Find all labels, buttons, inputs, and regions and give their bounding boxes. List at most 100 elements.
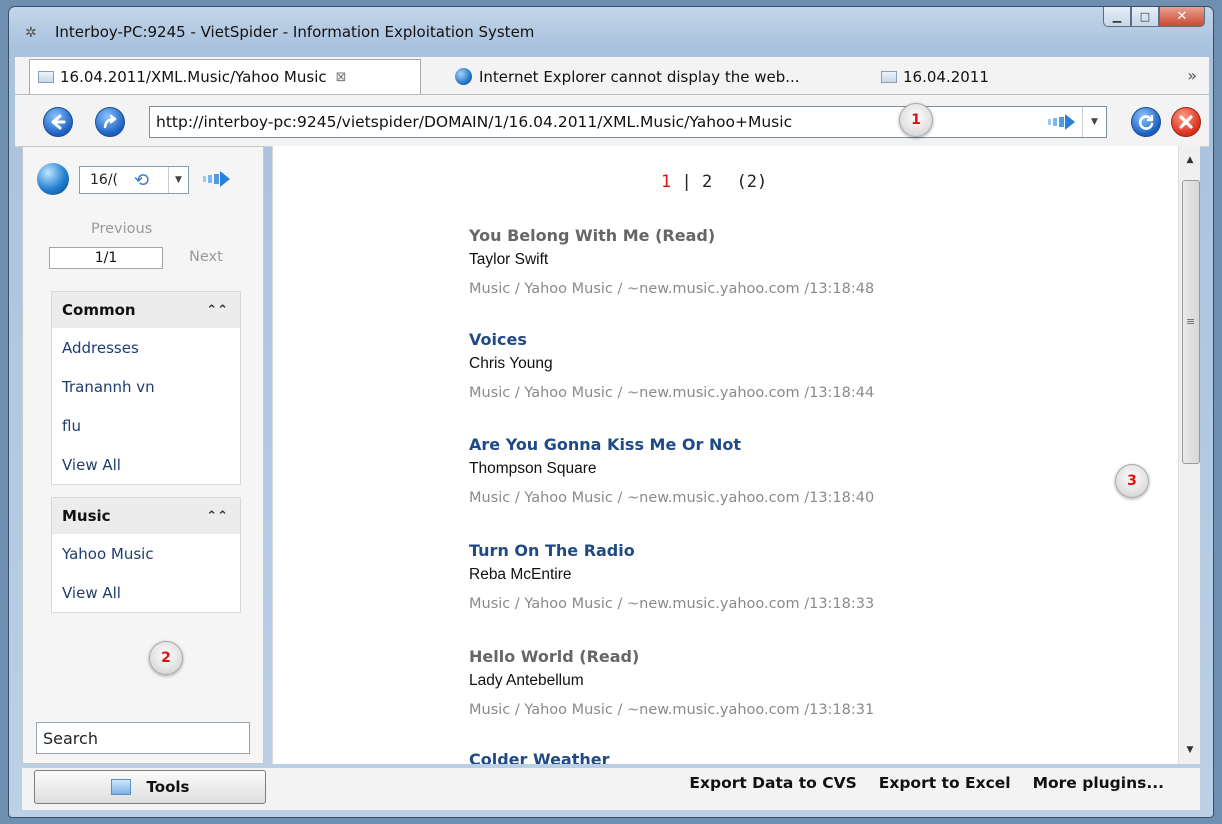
scroll-down-arrow-icon[interactable]: ▼ (1179, 740, 1201, 760)
list-item: Turn On The Radio Reba McEntire Music / … (469, 541, 874, 612)
page-separator: | (681, 172, 692, 192)
item-artist: Lady Antebellum (469, 672, 584, 689)
item-title-link[interactable]: You Belong With Me (Read) (469, 226, 874, 245)
tab-date[interactable]: 16.04.2011 (873, 59, 997, 94)
tab-bar: 16.04.2011/XML.Music/Yahoo Music ⊠ Inter… (15, 57, 1209, 95)
search-input[interactable]: Search (36, 722, 250, 754)
title-bar: ✲ Interboy-PC:9245 - VietSpider - Inform… (9, 7, 1213, 57)
item-meta: Music / Yahoo Music / ~new.music.yahoo.c… (469, 702, 875, 718)
go-arrow-icon[interactable] (203, 170, 231, 188)
sidebar: 16/( ⟲ ▼ Previous 1/1 Next Common ⌃⌃ Add… (22, 146, 264, 764)
item-artist: Chris Young (469, 355, 553, 372)
minimize-button[interactable]: ▁ (1103, 7, 1131, 27)
item-artist: Thompson Square (469, 460, 597, 477)
reload-icon[interactable]: ⟲ (134, 170, 149, 191)
item-title-link[interactable]: Voices (469, 330, 874, 349)
back-button[interactable] (43, 107, 73, 137)
refresh-icon (1138, 115, 1154, 130)
current-page: 1 (661, 172, 672, 192)
stop-x-icon (1179, 115, 1193, 129)
panel-title: Music (62, 507, 111, 525)
ie-globe-icon (455, 68, 472, 85)
export-cvs-link[interactable]: Export Data to CVS (689, 774, 856, 792)
page-number-field[interactable]: 1/1 (49, 247, 163, 269)
address-bar[interactable]: http://interboy-pc:9245/vietspider/DOMAI… (149, 106, 1107, 138)
tab-label: Internet Explorer cannot display the web… (479, 67, 800, 86)
tab-close-icon[interactable]: ⊠ (336, 70, 347, 85)
date-value: 16/( (90, 172, 118, 188)
bottom-toolbar: Tools Export Data to CVS Export to Excel… (22, 768, 1200, 810)
panel-common: Common ⌃⌃ Addresses Tranannh vn flu View… (51, 291, 241, 485)
main-content: 1 | 2 (2) You Belong With Me (Read) Tayl… (272, 146, 1198, 764)
pagination: 1 | 2 (2) (661, 172, 767, 192)
list-item: Colder Weather (469, 750, 610, 764)
next-link[interactable]: Next (189, 249, 223, 265)
callout-marker-2: 2 (149, 641, 183, 675)
url-text: http://interboy-pc:9245/vietspider/DOMAI… (156, 113, 793, 131)
window-controls: ▁ □ ✕ (1103, 7, 1205, 27)
grip-icon: ≡ (1186, 315, 1196, 328)
panel-music: Music ⌃⌃ Yahoo Music View All (51, 497, 241, 613)
item-title-link[interactable]: Turn On The Radio (469, 541, 874, 560)
item-meta: Music / Yahoo Music / ~new.music.yahoo.c… (469, 596, 875, 612)
globe-icon[interactable] (37, 163, 69, 195)
more-plugins-link[interactable]: More plugins... (1033, 774, 1164, 792)
forward-button[interactable] (95, 107, 125, 137)
previous-link[interactable]: Previous (91, 221, 152, 237)
export-actions: Export Data to CVS Export to Excel More … (689, 774, 1164, 792)
sidebar-item-tranannh[interactable]: Tranannh vn (52, 367, 240, 406)
tools-label: Tools (146, 778, 190, 796)
item-meta: Music / Yahoo Music / ~new.music.yahoo.c… (469, 490, 875, 506)
date-select[interactable]: 16/( ⟲ ▼ (79, 166, 189, 194)
tab-yahoo-music[interactable]: 16.04.2011/XML.Music/Yahoo Music ⊠ (29, 59, 421, 94)
panel-header-common[interactable]: Common ⌃⌃ (52, 292, 240, 328)
read-badge: (Read) (579, 647, 640, 666)
page-link-2[interactable]: 2 (702, 172, 712, 192)
close-window-button[interactable]: ✕ (1159, 7, 1205, 27)
folder-icon (110, 779, 131, 795)
tab-label: 16.04.2011 (903, 67, 989, 86)
callout-marker-1: 1 (899, 103, 933, 137)
item-meta: Music / Yahoo Music / ~new.music.yahoo.c… (469, 385, 875, 401)
maximize-button[interactable]: □ (1131, 7, 1159, 27)
item-title-link[interactable]: Are You Gonna Kiss Me Or Not (469, 435, 874, 454)
scroll-thumb[interactable]: ≡ (1182, 180, 1200, 464)
panel-header-music[interactable]: Music ⌃⌃ (52, 498, 240, 534)
sidebar-item-view-all[interactable]: View All (52, 445, 240, 484)
back-arrow-icon (51, 114, 66, 130)
list-item: Are You Gonna Kiss Me Or Not Thompson Sq… (469, 435, 874, 506)
page-total: (2) (736, 172, 768, 192)
read-badge: (Read) (655, 226, 716, 245)
page-icon (881, 70, 897, 83)
page-icon (38, 71, 54, 83)
tools-button[interactable]: Tools (34, 770, 266, 804)
sidebar-item-yahoo-music[interactable]: Yahoo Music (52, 534, 240, 573)
refresh-button[interactable] (1131, 107, 1161, 137)
export-excel-link[interactable]: Export to Excel (879, 774, 1011, 792)
list-item: You Belong With Me (Read) Taylor Swift M… (469, 226, 874, 297)
sidebar-item-addresses[interactable]: Addresses (52, 328, 240, 367)
nav-bar: http://interboy-pc:9245/vietspider/DOMAI… (15, 95, 1209, 147)
vertical-scrollbar[interactable]: ▲ ≡ ▼ (1178, 146, 1200, 764)
item-meta: Music / Yahoo Music / ~new.music.yahoo.c… (469, 281, 875, 297)
date-dropdown-button[interactable]: ▼ (168, 167, 188, 193)
tab-ie-error[interactable]: Internet Explorer cannot display the web… (447, 59, 808, 94)
collapse-icon[interactable]: ⌃⌃ (206, 509, 228, 524)
item-title-link[interactable]: Colder Weather (469, 750, 610, 764)
panel-title: Common (62, 301, 136, 319)
list-item: Voices Chris Young Music / Yahoo Music /… (469, 330, 874, 401)
collapse-icon[interactable]: ⌃⌃ (206, 303, 228, 318)
scroll-up-arrow-icon[interactable]: ▲ (1179, 150, 1201, 170)
callout-marker-3: 3 (1115, 464, 1149, 498)
sidebar-item-flu[interactable]: flu (52, 406, 240, 445)
stop-button[interactable] (1171, 107, 1201, 137)
tabs-overflow-icon[interactable]: » (1187, 66, 1197, 85)
sidebar-item-view-all[interactable]: View All (52, 573, 240, 612)
url-dropdown-button[interactable]: ▼ (1082, 107, 1106, 137)
item-artist: Reba McEntire (469, 566, 572, 583)
tab-label: 16.04.2011/XML.Music/Yahoo Music (60, 68, 327, 86)
go-arrow-icon[interactable] (1048, 113, 1076, 131)
item-title-link[interactable]: Hello World (Read) (469, 647, 874, 666)
forward-arrow-icon (103, 114, 117, 129)
window-title: Interboy-PC:9245 - VietSpider - Informat… (55, 23, 535, 41)
